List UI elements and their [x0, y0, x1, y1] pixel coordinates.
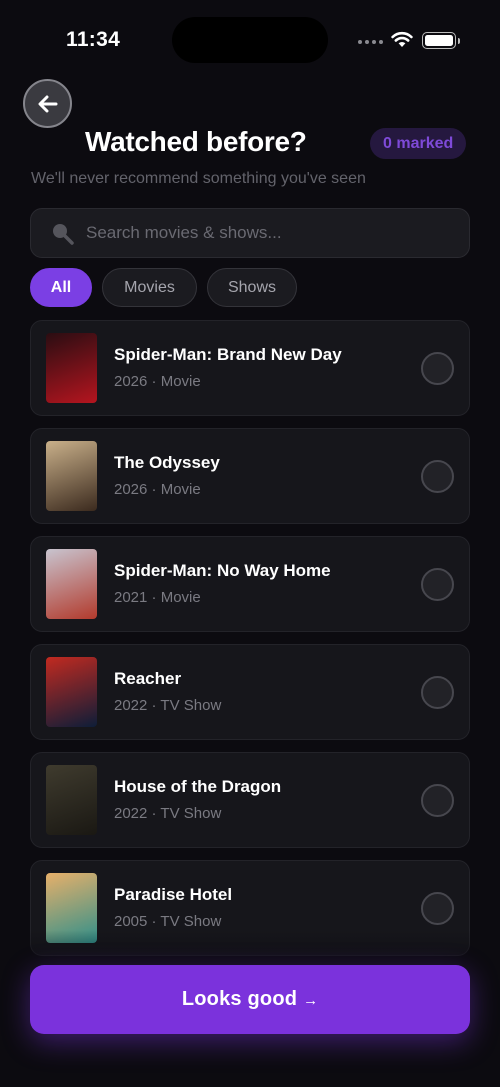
title-name: Spider-Man: No Way Home — [114, 561, 331, 580]
filter-tab-all[interactable]: All — [30, 268, 92, 307]
title-name: Spider-Man: Brand New Day — [114, 345, 342, 364]
title-name: Paradise Hotel — [114, 885, 233, 904]
title-card[interactable]: Reacher 2022 · TV Show — [30, 644, 470, 740]
poster-image — [46, 657, 97, 727]
filter-tab-movies[interactable]: Movies — [102, 268, 197, 307]
status-bar: 11:34 — [0, 0, 500, 80]
title-meta: 2021 · Movie — [114, 589, 201, 606]
title-name: Reacher — [114, 669, 182, 688]
poster-image — [46, 441, 97, 511]
page-subtitle: We'll never recommend something you've s… — [31, 170, 366, 187]
search-box[interactable] — [30, 208, 470, 258]
title-meta: 2026 · Movie — [114, 373, 201, 390]
title-card[interactable]: House of the Dragon 2022 · TV Show — [30, 752, 470, 848]
dynamic-island — [172, 17, 328, 63]
title-card[interactable]: The Odyssey 2026 · Movie — [30, 428, 470, 524]
watched-checkbox[interactable] — [421, 568, 454, 601]
filter-tab-shows[interactable]: Shows — [207, 268, 297, 307]
looks-good-label: Looks good — [181, 988, 298, 1010]
battery-icon — [422, 32, 460, 49]
watched-checkbox[interactable] — [421, 352, 454, 385]
title-meta: 2005 · TV Show — [114, 913, 222, 930]
search-input[interactable] — [86, 209, 456, 257]
arrow-right-icon: → — [303, 992, 319, 1009]
title-card[interactable]: Spider-Man: No Way Home 2021 · Movie — [30, 536, 470, 632]
arrow-left-icon — [38, 95, 57, 112]
title-name: The Odyssey — [114, 453, 220, 472]
page-title: Watched before? — [85, 126, 307, 157]
looks-good-button[interactable]: Looks good → — [30, 965, 470, 1034]
poster-image — [46, 333, 97, 403]
watched-checkbox[interactable] — [421, 892, 454, 925]
signal-icon — [358, 40, 383, 44]
poster-image — [46, 765, 97, 835]
title-name: House of the Dragon — [114, 777, 282, 796]
title-card[interactable]: Spider-Man: Brand New Day 2026 · Movie — [30, 320, 470, 416]
status-time: 11:34 — [66, 28, 121, 51]
watched-checkbox[interactable] — [421, 676, 454, 709]
marked-count-badge: 0 marked — [370, 128, 467, 159]
title-meta: 2026 · Movie — [114, 481, 201, 498]
wifi-icon — [391, 31, 413, 47]
search-icon — [53, 224, 74, 245]
title-meta: 2022 · TV Show — [114, 805, 222, 822]
back-button[interactable] — [23, 79, 72, 128]
watched-checkbox[interactable] — [421, 784, 454, 817]
poster-image — [46, 549, 97, 619]
title-meta: 2022 · TV Show — [114, 697, 222, 714]
watched-checkbox[interactable] — [421, 460, 454, 493]
